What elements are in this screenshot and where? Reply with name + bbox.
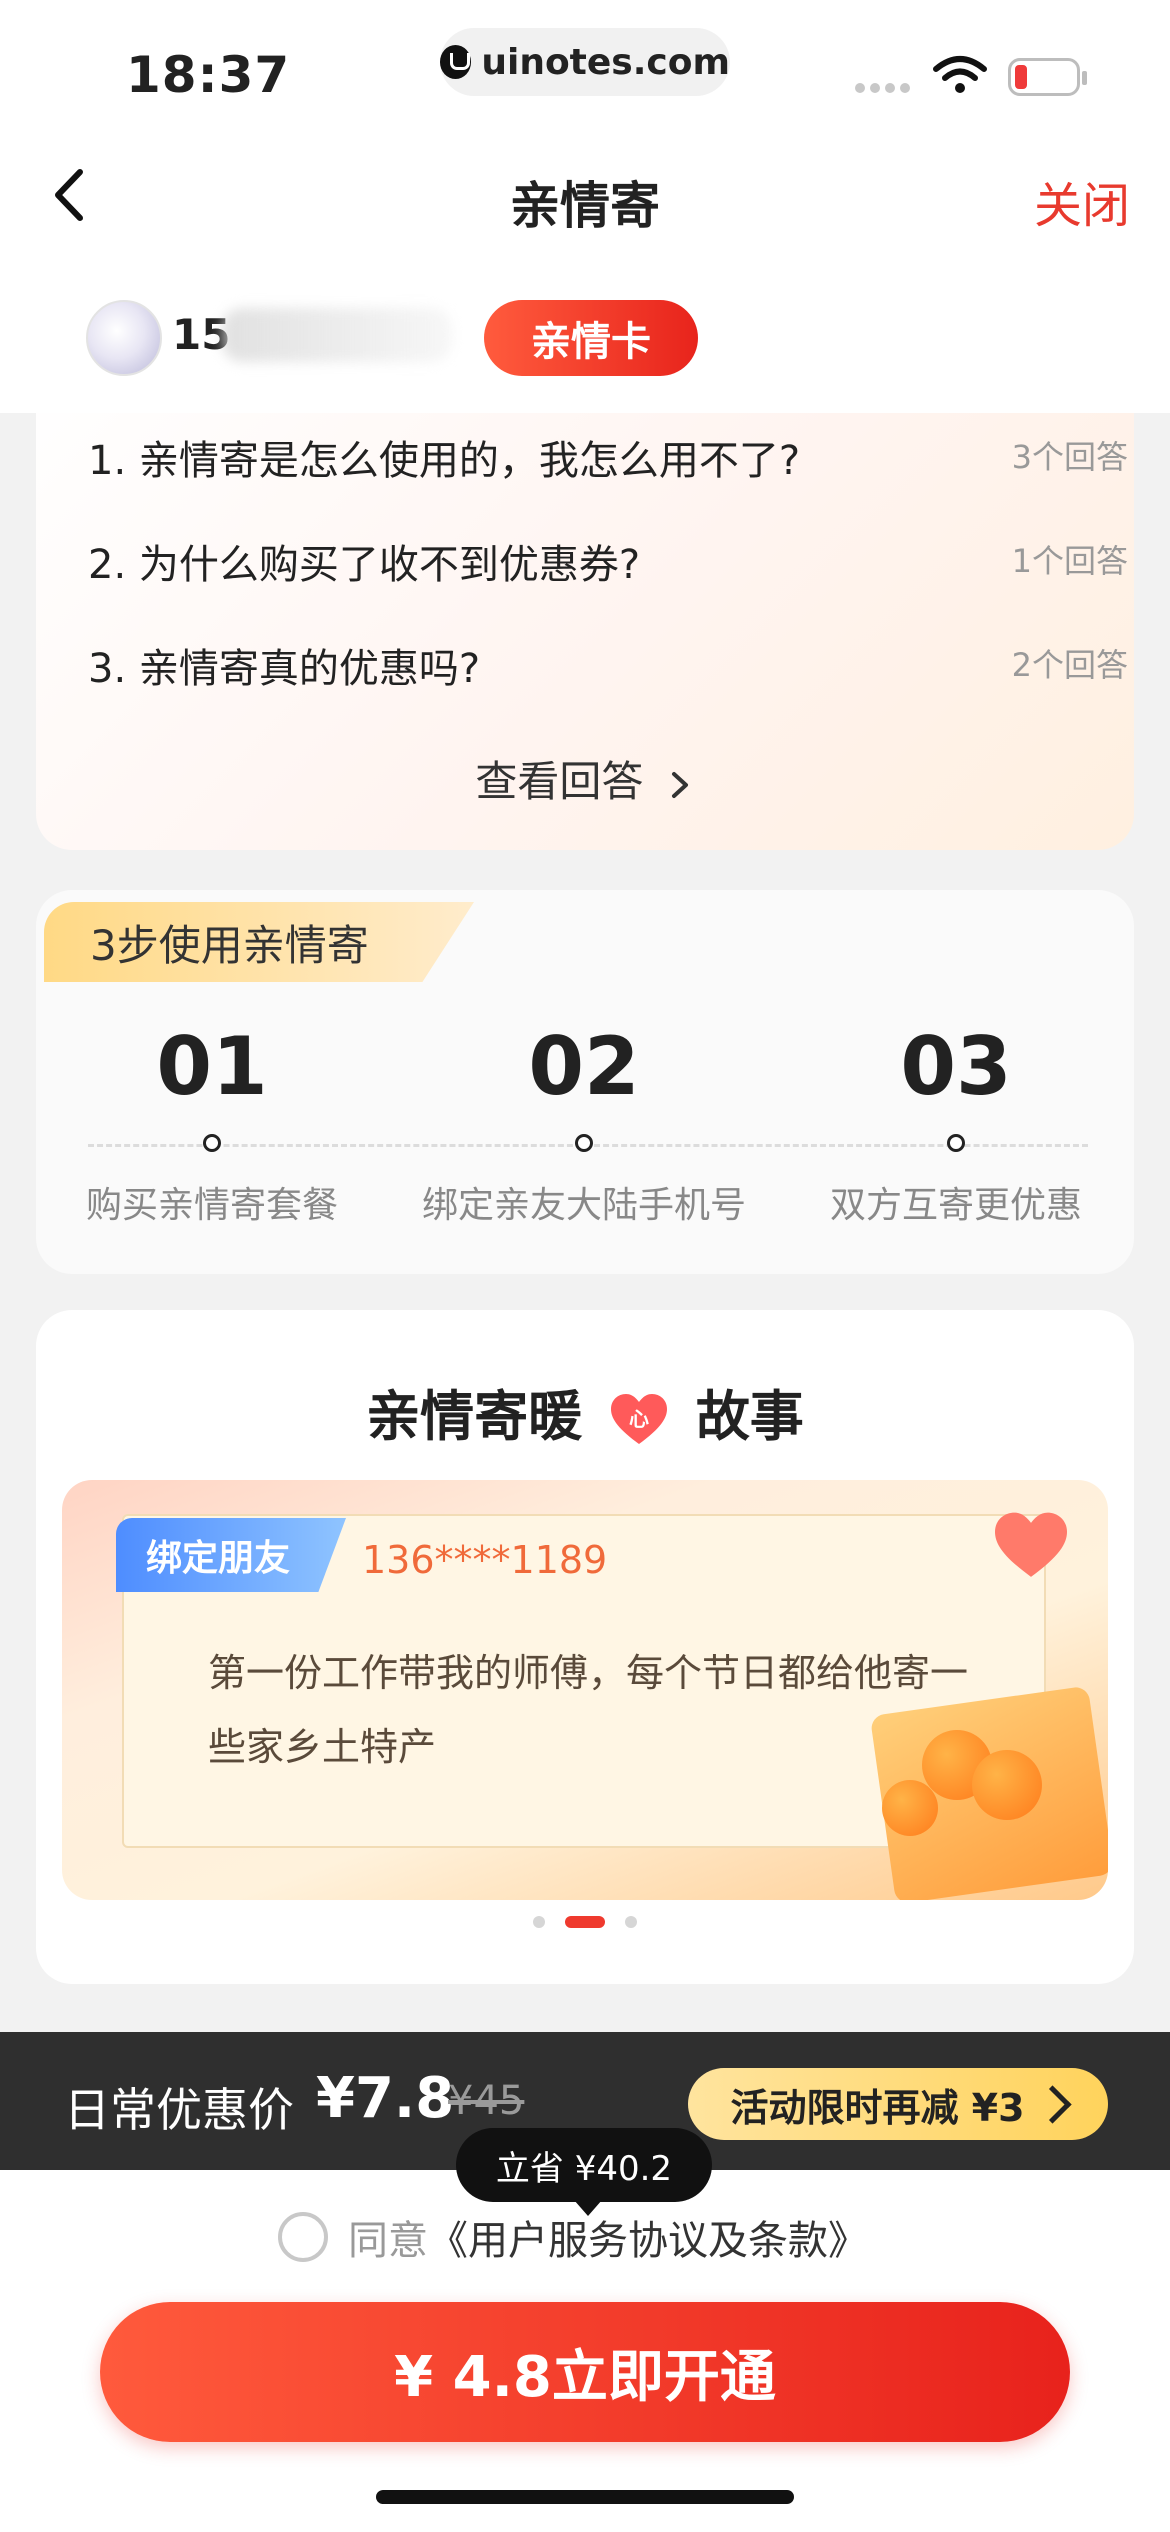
agree-radio[interactable] (278, 2212, 328, 2262)
heart-char: 心 (629, 1407, 649, 1431)
activate-button[interactable]: ¥ 4.8立即开通 (100, 2302, 1070, 2442)
status-time: 18:37 (126, 46, 291, 104)
step-label: 绑定亲友大陆手机号 (421, 1185, 746, 1226)
home-indicator (376, 2490, 794, 2504)
qa-answer-count: 1个回答 (1011, 542, 1128, 580)
story-text: 第一份工作带我的师傅，每个节日都给他寄一些家乡土特产 (208, 1651, 969, 1769)
avatar (86, 300, 162, 376)
carousel-dots[interactable] (36, 1916, 1134, 1928)
agree-prefix: 同意 (348, 2218, 428, 2264)
wifi-icon (933, 56, 987, 93)
save-tooltip: 立省 ¥40.2 (456, 2128, 712, 2216)
step-label: 双方互寄更优惠 (829, 1185, 1082, 1226)
story-title: 亲情寄暖 心 故事 (36, 1372, 1134, 1451)
qa-answer-count: 2个回答 (1011, 646, 1128, 684)
carousel-dot-active[interactable] (565, 1916, 605, 1928)
agreement-row[interactable]: 同意 《用户服务协议及条款》 (278, 2208, 868, 2266)
lock-icon (440, 45, 472, 79)
chevron-right-icon (671, 771, 688, 798)
close-button[interactable]: 关闭 (1034, 166, 1130, 236)
story-title-left: 亲情寄暖 (366, 1385, 583, 1448)
agreement-link[interactable]: 《用户服务协议及条款》 (428, 2208, 868, 2266)
family-card-badge[interactable]: 亲情卡 (484, 300, 698, 376)
orange-icon (972, 1750, 1042, 1820)
qa-question: 2. 为什么购买了收不到优惠券? (88, 542, 641, 588)
carousel-dot[interactable] (533, 1916, 545, 1928)
step-number: 03 (900, 1020, 1012, 1113)
story-tag: 绑定朋友 (116, 1518, 346, 1592)
url-text: uinotes.com (481, 41, 730, 83)
qa-question: 3. 亲情寄真的优惠吗? (88, 646, 481, 692)
qa-answer-count: 3个回答 (1011, 438, 1128, 476)
qa-question: 1. 亲情寄是怎么使用的，我怎么用不了? (88, 438, 801, 484)
steps-card: 3步使用亲情寄 01 购买亲情寄套餐 02 绑定亲友大陆手机号 03 双方互寄更… (36, 890, 1134, 1274)
price-label: 日常优惠价 (64, 2083, 294, 2137)
promo-label: 活动限时再减 ¥3 (730, 2085, 1025, 2130)
step-label: 购买亲情寄套餐 (85, 1185, 338, 1226)
phone-mask (222, 308, 452, 362)
heart-decoration-icon (995, 1512, 1067, 1577)
signal-icon (855, 83, 910, 93)
qa-card: 1. 亲情寄是怎么使用的，我怎么用不了? 3个回答 2. 为什么购买了收不到优惠… (36, 360, 1134, 850)
view-answers-link[interactable]: 查看回答 (36, 748, 1134, 809)
orange-icon (882, 1780, 938, 1836)
qa-item[interactable]: 3. 亲情寄真的优惠吗? 2个回答 (88, 636, 1128, 694)
price-now: ¥7.8 (316, 2066, 455, 2131)
story-title-right: 故事 (695, 1385, 804, 1448)
battery-icon (1008, 58, 1087, 96)
page-title: 亲情寄 (510, 177, 660, 235)
story-banner[interactable]: 绑定朋友 136****1189 第一份工作带我的师傅，每个节日都给他寄一些家乡… (62, 1480, 1108, 1900)
story-card: 亲情寄暖 心 故事 绑定朋友 136****1189 第一份工作带我的师傅，每个… (36, 1310, 1134, 1984)
step-dot (947, 1134, 965, 1152)
carousel-dot[interactable] (625, 1916, 637, 1928)
price-old: ¥45 (448, 2078, 525, 2124)
top-header: 18:37 uinotes.com 亲情寄 关闭 15 亲情卡 (0, 0, 1170, 413)
story-phone: 136****1189 (362, 1538, 608, 1582)
url-pill[interactable]: uinotes.com (440, 28, 730, 96)
step-number: 01 (156, 1020, 268, 1113)
view-answers-label: 查看回答 (475, 757, 644, 806)
promo-button[interactable]: 活动限时再减 ¥3 (688, 2068, 1108, 2140)
qa-item[interactable]: 1. 亲情寄是怎么使用的，我怎么用不了? 3个回答 (88, 428, 1128, 486)
step-dot (575, 1134, 593, 1152)
step-number: 02 (528, 1020, 640, 1113)
step-dot (203, 1134, 221, 1152)
steps-title: 3步使用亲情寄 (90, 921, 369, 970)
qa-item[interactable]: 2. 为什么购买了收不到优惠券? 1个回答 (88, 532, 1128, 590)
chevron-right-icon (1032, 2084, 1072, 2124)
heart-icon: 心 (611, 1394, 667, 1445)
